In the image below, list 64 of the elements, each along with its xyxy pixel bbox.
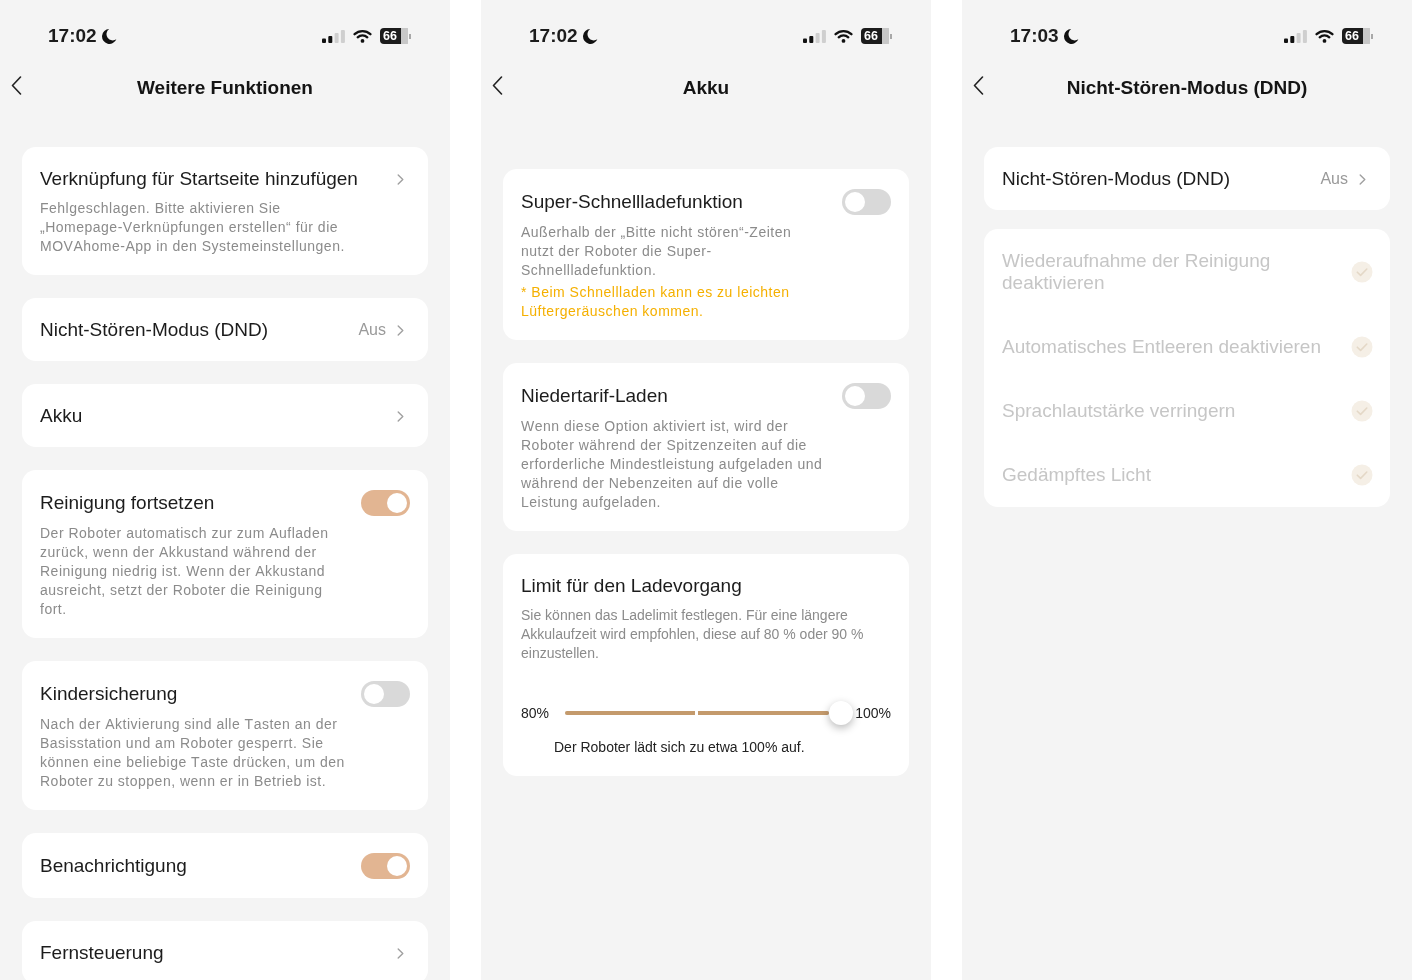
chevron-right-icon bbox=[397, 173, 404, 185]
settings-card[interactable]: Verknüpfung für Startseite hinzufügen Fehlgeschlagen. Bitte aktivieren Sie „Homepage-Verknüpfungen erstellen“ für die MOVAhome-App in den Systemeinstellungen. bbox=[22, 147, 428, 275]
back-icon[interactable] bbox=[11, 75, 22, 95]
moon-icon bbox=[1061, 27, 1079, 45]
setting-title: Nicht-Stören-Modus (DND) bbox=[1002, 167, 1231, 191]
chevron-right-icon bbox=[397, 947, 404, 959]
battery-indicator: 66 bbox=[1342, 28, 1373, 44]
screen-title: Nicht-Stören-Modus (DND) bbox=[1065, 76, 1309, 100]
moon-icon bbox=[99, 27, 117, 45]
chevron-right-icon bbox=[397, 324, 404, 336]
status-time: 17:03 bbox=[1010, 24, 1059, 48]
option-label: Sprachlautstärke verringern bbox=[1002, 400, 1236, 422]
setting-title: Verknüpfung für Startseite hinzufügen bbox=[40, 167, 358, 191]
setting-title: Limit für den Ladevorgang bbox=[521, 574, 742, 598]
setting-description: Außerhalb der „Bitte nicht stören“-Zeiten nutzt der Roboter die Super-Schnellladefunktion. bbox=[521, 223, 793, 280]
setting-title: Benachrichtigung bbox=[40, 854, 187, 878]
setting-description: Nach der Aktivierung sind alle Tasten an der Basisstation und am Roboter gesperrt. Sie können eine beliebige Taste drücken, um den Roboter zu stoppen, wenn er in Betrieb ist. bbox=[40, 715, 346, 791]
setting-title: Fernsteuerung bbox=[40, 941, 164, 965]
toggle-switch[interactable] bbox=[842, 189, 891, 215]
settings-card[interactable]: Akku bbox=[22, 384, 428, 447]
setting-title: Niedertarif-Laden bbox=[521, 384, 668, 408]
settings-card[interactable]: Nicht-Stören-Modus (DND) Aus bbox=[984, 147, 1390, 210]
status-time: 17:02 bbox=[48, 24, 97, 48]
settings-card[interactable]: Nicht-Stören-Modus (DND) Aus bbox=[22, 298, 428, 361]
settings-card[interactable]: Fernsteuerung bbox=[22, 921, 428, 980]
battery-indicator: 66 bbox=[380, 28, 411, 44]
setting-title: Super-Schnellladefunktion bbox=[521, 190, 743, 214]
back-icon[interactable] bbox=[492, 75, 503, 95]
toggle-switch[interactable] bbox=[361, 490, 410, 516]
setting-description: Der Roboter automatisch zur zum Aufladen zurück, wenn der Akkustand während der Reinigung niedrig ist. Wenn der Akkustand ausreicht, setzt der Roboter die Reinigung fort. bbox=[40, 524, 330, 619]
setting-value: Aus bbox=[1320, 169, 1348, 189]
toggle-switch[interactable] bbox=[361, 681, 410, 707]
screen-title: Weitere Funktionen bbox=[136, 76, 314, 100]
wifi-icon bbox=[1315, 29, 1334, 43]
wifi-icon bbox=[834, 29, 853, 43]
warning-note: * Beim Schnellladen kann es zu leichten Lüftergeräuschen kommen. bbox=[521, 283, 791, 321]
setting-value: Aus bbox=[358, 320, 386, 340]
signal-icon bbox=[322, 29, 345, 43]
option-label: Automatisches Entleeren deaktivieren bbox=[1002, 336, 1321, 358]
slider-handle[interactable] bbox=[829, 701, 854, 725]
moon-icon bbox=[580, 27, 598, 45]
chevron-right-icon bbox=[397, 410, 404, 422]
screen-title: Akku bbox=[681, 76, 731, 100]
slider-min-label: 80% bbox=[521, 703, 550, 723]
setting-title: Nicht-Stören-Modus (DND) bbox=[40, 318, 269, 342]
setting-title: Reinigung fortsetzen bbox=[40, 491, 215, 515]
option-label: Wiederaufnahme der Reinigung deaktivieren bbox=[1002, 250, 1272, 294]
signal-icon bbox=[803, 29, 826, 43]
battery-indicator: 66 bbox=[861, 28, 892, 44]
back-icon[interactable] bbox=[973, 75, 984, 95]
option-label: Gedämpftes Licht bbox=[1002, 464, 1151, 486]
charge-limit-caption: Der Roboter lädt sich zu etwa 100% auf. bbox=[554, 738, 806, 757]
setting-description: Wenn diese Option aktiviert ist, wird der Roboter während der Spitzenzeiten auf die erforderliche Mindestleistung aufgeladen und während der Nebenzeiten auf die volle Leistung aufgeladen. bbox=[521, 417, 824, 512]
chevron-right-icon bbox=[1359, 173, 1366, 185]
status-time: 17:02 bbox=[529, 24, 578, 48]
setting-title: Kindersicherung bbox=[40, 682, 178, 706]
slider-max-label: 100% bbox=[855, 703, 891, 723]
setting-description: Sie können das Ladelimit festlegen. Für eine längere Akkulaufzeit wird empfohlen, diese auf 80 % oder 90 % einzustellen. bbox=[521, 606, 865, 663]
setting-description: Fehlgeschlagen. Bitte aktivieren Sie „Homepage-Verknüpfungen erstellen“ für die MOVAhome-App in den Systemeinstellungen. bbox=[40, 199, 346, 256]
signal-icon bbox=[1284, 29, 1307, 43]
wifi-icon bbox=[353, 29, 372, 43]
toggle-switch[interactable] bbox=[361, 853, 410, 879]
setting-title: Akku bbox=[40, 404, 83, 428]
toggle-switch[interactable] bbox=[842, 383, 891, 409]
